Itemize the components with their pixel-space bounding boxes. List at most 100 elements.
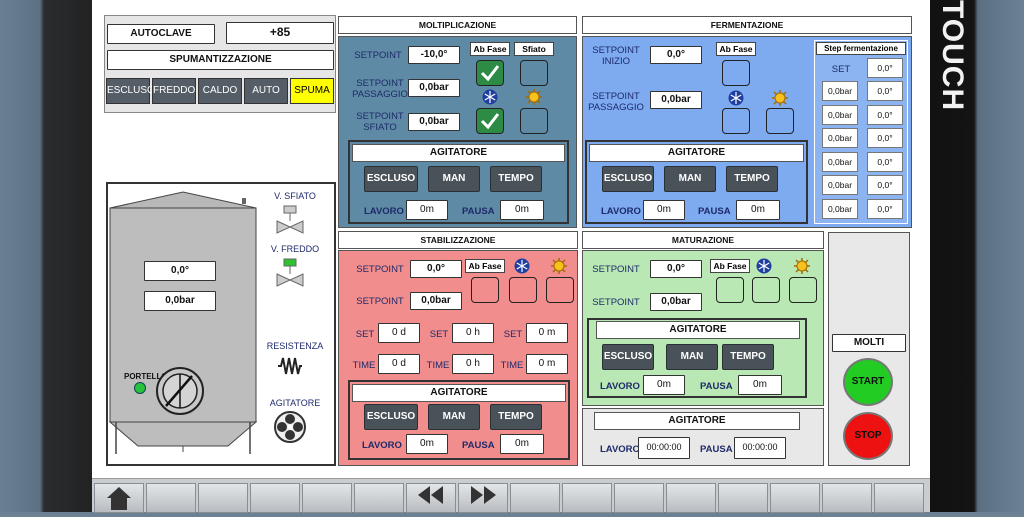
molti-pausa-value[interactable]: 0m xyxy=(500,200,544,220)
taskbar-button-1[interactable] xyxy=(146,483,196,513)
ferm-tempo-button[interactable]: TEMPO xyxy=(726,166,778,192)
v-freddo-valve-icon[interactable] xyxy=(276,258,304,288)
mat-man-button[interactable]: MAN xyxy=(666,344,718,370)
stabilizzazione-header: STABILIZZAZIONE xyxy=(338,231,578,249)
mat-pausa-label: PAUSA xyxy=(700,381,733,392)
taskbar-button-12[interactable] xyxy=(822,483,872,513)
molti-pausa-label: PAUSA xyxy=(462,206,495,217)
stab-tempo-button[interactable]: TEMPO xyxy=(490,404,542,430)
stab-lavoro-value[interactable]: 0m xyxy=(406,434,448,454)
ferm-lavoro-value[interactable]: 0m xyxy=(643,200,685,220)
autoclave-value[interactable]: +85 xyxy=(226,22,334,44)
molti-sfiato-value[interactable]: 0,0bar xyxy=(408,113,460,131)
taskbar-button-rewind[interactable] xyxy=(406,483,456,513)
molti-setpoint-value[interactable]: -10,0° xyxy=(408,46,460,64)
taskbar-button-8[interactable] xyxy=(614,483,664,513)
taskbar-button-4[interactable] xyxy=(302,483,352,513)
taskbar-button-3[interactable] xyxy=(250,483,300,513)
ferm-pausa-value[interactable]: 0m xyxy=(736,200,780,220)
taskbar-button-9[interactable] xyxy=(666,483,716,513)
step-temperature-value[interactable]: 0,0° xyxy=(867,198,903,219)
mode-button-escluso[interactable]: ESCLUSO xyxy=(106,78,155,104)
stab-caldo-checkbox[interactable] xyxy=(546,277,574,303)
mode-button-auto[interactable]: AUTO xyxy=(244,78,288,104)
tank-pressure: 0,0bar xyxy=(144,291,216,311)
sun-icon xyxy=(772,90,788,106)
sun-icon xyxy=(794,258,810,274)
stab-setpoint-value[interactable]: 0,0° xyxy=(410,260,462,278)
taskbar-button-11[interactable] xyxy=(770,483,820,513)
stab-time-label-d: TIME xyxy=(352,360,376,371)
ferm-ab-fase-checkbox[interactable] xyxy=(722,60,750,86)
molti-ab-fase-tag: Ab Fase xyxy=(470,42,510,56)
resistenza-icon[interactable] xyxy=(278,356,302,376)
molti-passaggio-value[interactable]: 0,0bar xyxy=(408,79,460,97)
stab-set-minutes[interactable]: 0 m xyxy=(526,323,568,343)
mat-caldo-checkbox[interactable] xyxy=(789,277,817,303)
molti-man-button[interactable]: MAN xyxy=(428,166,480,192)
agitatore-fan-icon[interactable] xyxy=(273,410,307,444)
mat-setpoint2-value[interactable]: 0,0bar xyxy=(650,293,702,311)
molti-sfiato-label: SETPOINT SFIATO xyxy=(356,111,404,133)
step-pressure-value[interactable]: 0,0bar xyxy=(822,198,858,219)
molti-ab-fase-checkbox[interactable] xyxy=(476,60,504,86)
step-temperature-value[interactable]: 0,0° xyxy=(867,81,903,101)
stab-escluso-button[interactable]: ESCLUSO xyxy=(364,404,418,430)
v-sfiato-label: V. SFIATO xyxy=(274,191,316,201)
stop-button[interactable]: STOP xyxy=(843,412,893,460)
step-temperature-value[interactable]: 0,0° xyxy=(867,128,903,148)
stab-freddo-checkbox[interactable] xyxy=(509,277,537,303)
stab-pausa-value[interactable]: 0m xyxy=(500,434,544,454)
step-pressure-value[interactable]: 0,0bar xyxy=(822,151,858,172)
ferm-caldo-checkbox[interactable] xyxy=(766,108,794,134)
taskbar-button-6[interactable] xyxy=(510,483,560,513)
mat-escluso-button[interactable]: ESCLUSO xyxy=(602,344,654,370)
step-pressure-value[interactable]: 0,0bar xyxy=(822,128,858,148)
step-pressure-value[interactable]: 0,0bar xyxy=(822,81,858,101)
step-pressure-value[interactable]: 0,0bar xyxy=(822,104,858,125)
mat-tempo-button[interactable]: TEMPO xyxy=(722,344,774,370)
mat-ab-fase-checkbox[interactable] xyxy=(716,277,744,303)
ferm-freddo-checkbox[interactable] xyxy=(722,108,750,134)
ferm-escluso-button[interactable]: ESCLUSO xyxy=(602,166,654,192)
taskbar-button-10[interactable] xyxy=(718,483,768,513)
taskbar-button-home[interactable] xyxy=(94,483,144,513)
mat-lavoro-value[interactable]: 0m xyxy=(643,375,685,395)
stab-set-hours[interactable]: 0 h xyxy=(452,323,494,343)
stab-set-days[interactable]: 0 d xyxy=(378,323,420,343)
mode-button-spuma[interactable]: SPUMA xyxy=(290,78,334,104)
mat-freddo-checkbox[interactable] xyxy=(752,277,780,303)
ferm-inizio-value[interactable]: 0,0° xyxy=(650,46,702,64)
taskbar-button-7[interactable] xyxy=(562,483,612,513)
stab-man-button[interactable]: MAN xyxy=(428,404,480,430)
taskbar-button-2[interactable] xyxy=(198,483,248,513)
mode-button-caldo[interactable]: CALDO xyxy=(198,78,242,104)
molti-sfiato-checkbox[interactable] xyxy=(520,60,548,86)
v-sfiato-valve-icon[interactable] xyxy=(276,205,304,235)
molti-escluso-button[interactable]: ESCLUSO xyxy=(364,166,418,192)
ferm-passaggio-value[interactable]: 0,0bar xyxy=(650,91,702,109)
taskbar-button-5[interactable] xyxy=(354,483,404,513)
taskbar-button-forward[interactable] xyxy=(458,483,508,513)
stab-ab-fase-checkbox[interactable] xyxy=(471,277,499,303)
molti-tempo-button[interactable]: TEMPO xyxy=(490,166,542,192)
ferm-man-button[interactable]: MAN xyxy=(664,166,716,192)
molti-freddo-checkbox[interactable] xyxy=(476,108,504,134)
step-temperature-value[interactable]: 0,0° xyxy=(867,151,903,172)
step-temperature-value[interactable]: 0,0° xyxy=(867,175,903,195)
portello-status-led xyxy=(134,382,146,394)
stab-setpoint2-value[interactable]: 0,0bar xyxy=(410,292,462,310)
mode-button-freddo[interactable]: FREDDO xyxy=(152,78,196,104)
step-pressure-value[interactable]: 0,0bar xyxy=(822,175,858,195)
taskbar-button-13[interactable] xyxy=(874,483,924,513)
start-button[interactable]: START xyxy=(843,358,893,406)
step-temperature-value[interactable]: 0,0° xyxy=(867,104,903,125)
molti-caldo-checkbox[interactable] xyxy=(520,108,548,134)
molti-lavoro-value[interactable]: 0m xyxy=(406,200,448,220)
sun-icon xyxy=(526,89,542,105)
mat-pausa-value[interactable]: 0m xyxy=(738,375,782,395)
molti-lavoro-label: LAVORO xyxy=(364,206,404,217)
snowflake-icon xyxy=(756,258,772,274)
mat-setpoint-value[interactable]: 0,0° xyxy=(650,260,702,278)
step-set-value[interactable]: 0,0° xyxy=(867,58,903,78)
